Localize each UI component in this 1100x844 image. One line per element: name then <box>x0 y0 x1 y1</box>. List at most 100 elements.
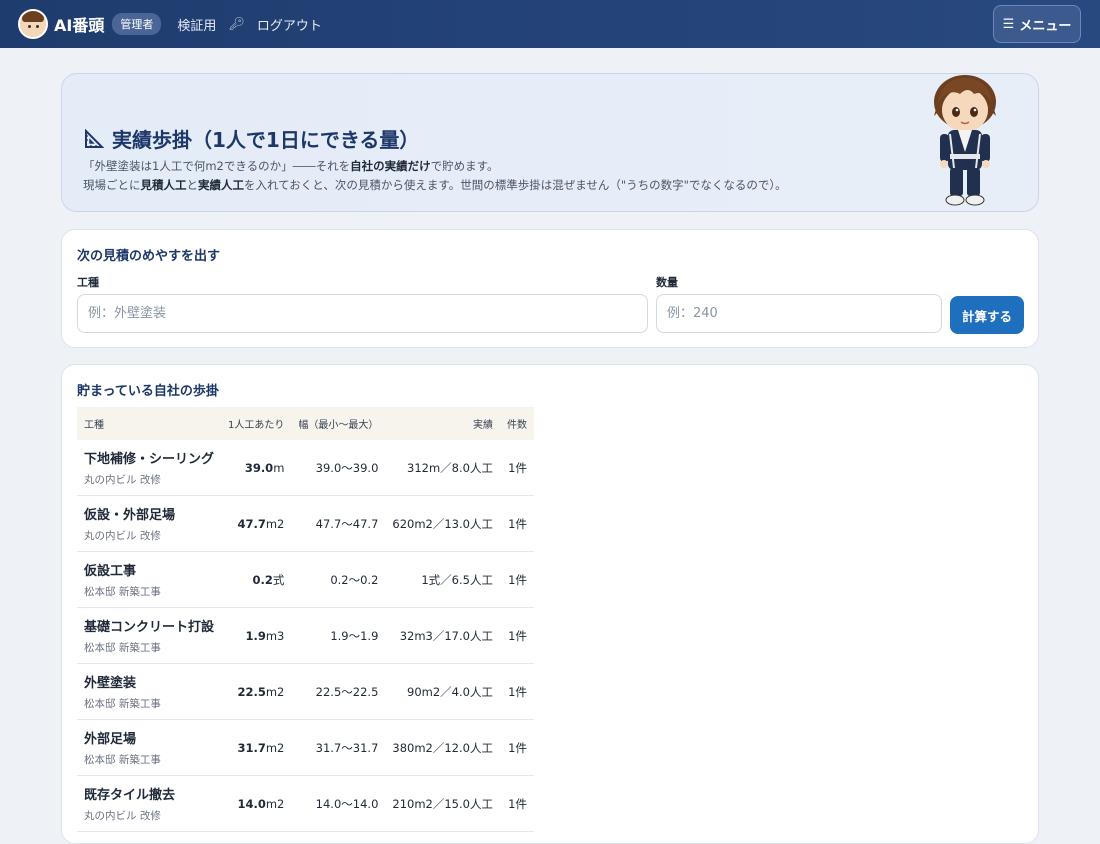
table-row[interactable]: 外部足場 松本邸 新築工事 31.7m2 31.7〜31.7 380m2／12.0人工 1… <box>77 719 534 776</box>
work-type-name: 既存タイル撤去 <box>84 788 176 803</box>
quantity-label: 数量 <box>656 276 678 289</box>
site-name: 丸の内ビル 改修 <box>84 530 161 542</box>
site-name: 松本邸 新築工事 <box>84 642 161 654</box>
actual-cell: 620m2／13.0人工 <box>385 495 500 552</box>
col-header-count: 件数 <box>506 420 527 431</box>
col-header-actual: 実績 <box>472 420 493 431</box>
per-worker-value: 31.7 <box>237 740 266 755</box>
estimate-panel-title: 次の見積のめやすを出す <box>77 249 221 264</box>
per-worker-unit: m2 <box>265 740 285 755</box>
table-row[interactable]: 基礎コンクリート打設 松本邸 新築工事 1.9m3 1.9〜1.9 32m3／17.0人… <box>77 607 534 664</box>
range-cell: 1.9〜1.9 <box>291 607 386 664</box>
work-type-cell: 外部足場 松本邸 新築工事 <box>77 719 222 776</box>
top-nav: AI番頭 管理者 検証用 🔑︎ ログアウト ☰ メニュー <box>0 0 1100 48</box>
verify-link[interactable]: 検証用 <box>177 15 216 34</box>
quantity-input[interactable] <box>656 294 942 333</box>
work-type-cell: 基礎コンクリート打設 松本邸 新築工事 <box>77 607 222 664</box>
mascot-illustration <box>934 75 996 206</box>
hero-description-1: 「外壁塗装は1人工で何m2できるのか」――それを自社の実績だけで貯めます。 <box>83 159 499 173</box>
work-type-cell: 下地補修・シーリング 丸の内ビル 改修 <box>77 440 222 496</box>
count-cell: 1件 <box>499 607 534 664</box>
range-cell: 0.2〜0.2 <box>291 551 386 608</box>
table-row[interactable]: 仮設・外部足場 丸の内ビル 改修 47.7m2 47.7〜47.7 620m2／13.0… <box>77 495 534 552</box>
role-badge: 管理者 <box>112 13 162 35</box>
col-header-range: 幅（最小〜最大） <box>298 420 379 431</box>
per-worker-value: 47.7 <box>237 516 266 531</box>
work-type-label: 工種 <box>77 276 99 289</box>
hero-panel: 実績歩掛（1人で1日にできる量） 「外壁塗装は1人工で何m2できるのか」――それ… <box>61 73 1039 212</box>
table-header-row: 工種 1人工あたり 幅（最小〜最大） 実績 件数 <box>77 407 534 440</box>
actual-cell: 380m2／12.0人工 <box>385 719 500 776</box>
work-type-name: 下地補修・シーリング <box>84 452 215 467</box>
per-worker-cell: 0.2式 <box>221 551 292 608</box>
page-title-text: 実績歩掛（1人で1日にできる量） <box>112 128 420 152</box>
per-worker-unit: m <box>273 460 285 475</box>
per-worker-unit: m3 <box>265 628 285 643</box>
site-name: 松本邸 新築工事 <box>84 754 161 766</box>
per-worker-cell: 1.9m3 <box>221 607 292 664</box>
per-worker-cell: 39.0m <box>221 440 292 496</box>
count-cell: 1件 <box>499 775 534 832</box>
per-worker-cell: 22.5m2 <box>221 663 292 720</box>
range-cell: 39.0〜39.0 <box>291 440 386 496</box>
work-type-name: 仮設工事 <box>84 564 137 579</box>
per-worker-value: 1.9 <box>245 628 266 643</box>
col-header-work-type: 工種 <box>84 420 104 431</box>
records-panel: 貯まっている自社の歩掛 工種 1人工あたり 幅（最小〜最大） 実績 件数 下地補… <box>61 364 1039 844</box>
table-row[interactable]: 既存タイル撤去 丸の内ビル 改修 14.0m2 14.0〜14.0 210m2／15.0… <box>77 775 534 832</box>
hero-description-2: 現場ごとに見積人工と実績人工を入れておくと、次の見積から使えます。世間の標準歩掛… <box>83 178 787 192</box>
count-cell: 1件 <box>499 440 534 496</box>
key-icon: 🔑︎ <box>228 16 245 32</box>
work-type-name: 外壁塗装 <box>84 676 137 691</box>
per-worker-unit: m2 <box>265 684 285 699</box>
per-worker-cell: 47.7m2 <box>221 495 292 552</box>
table-row[interactable]: 仮設工事 松本邸 新築工事 0.2式 0.2〜0.2 1式／6.5人工 1件 <box>77 551 534 608</box>
work-type-name: 基礎コンクリート打設 <box>84 620 215 635</box>
range-cell: 14.0〜14.0 <box>291 775 386 832</box>
site-name: 松本邸 新築工事 <box>84 698 161 710</box>
table-row[interactable]: 外壁塗装 松本邸 新築工事 22.5m2 22.5〜22.5 90m2／4.0人工 1件 <box>77 663 534 720</box>
per-worker-unit: 式 <box>272 572 285 587</box>
count-cell: 1件 <box>499 663 534 720</box>
range-cell: 31.7〜31.7 <box>291 719 386 776</box>
site-name: 丸の内ビル 改修 <box>84 474 161 486</box>
range-cell: 22.5〜22.5 <box>291 663 386 720</box>
work-type-input[interactable] <box>77 294 648 333</box>
calculate-button[interactable]: 計算する <box>950 296 1024 334</box>
per-worker-value: 22.5 <box>237 684 266 699</box>
per-worker-unit: m2 <box>265 796 285 811</box>
work-type-cell: 既存タイル撤去 丸の内ビル 改修 <box>77 775 222 832</box>
per-worker-cell: 14.0m2 <box>221 775 292 832</box>
triangle-ruler-icon <box>85 128 104 148</box>
menu-button[interactable]: ☰ メニュー <box>993 5 1081 43</box>
records-panel-title: 貯まっている自社の歩掛 <box>77 384 219 399</box>
actual-cell: 1式／6.5人工 <box>385 551 500 608</box>
actual-cell: 32m3／17.0人工 <box>385 607 500 664</box>
rates-table: 工種 1人工あたり 幅（最小〜最大） 実績 件数 下地補修・シーリング 丸の内ビル… <box>77 407 534 832</box>
count-cell: 1件 <box>499 719 534 776</box>
actual-cell: 312m／8.0人工 <box>385 440 500 496</box>
mascot-avatar[interactable] <box>18 9 48 39</box>
site-name: 松本邸 新築工事 <box>84 586 161 598</box>
work-type-name: 仮設・外部足場 <box>84 508 176 523</box>
table-row[interactable]: 下地補修・シーリング 丸の内ビル 改修 39.0m 39.0〜39.0 312m／8.0… <box>77 440 534 496</box>
per-worker-unit: m2 <box>265 516 285 531</box>
page-title: 実績歩掛（1人で1日にできる量） <box>84 124 419 153</box>
work-type-cell: 仮設・外部足場 丸の内ビル 改修 <box>77 495 222 552</box>
brand-name[interactable]: AI番頭 <box>54 12 104 36</box>
work-type-cell: 外壁塗装松本邸 新築工事 <box>77 663 222 720</box>
per-worker-cell: 31.7m2 <box>221 719 292 776</box>
estimate-panel: 次の見積のめやすを出す 工種 数量 計算する <box>61 229 1039 348</box>
col-header-per-worker: 1人工あたり <box>228 420 285 431</box>
count-cell: 1件 <box>499 551 534 608</box>
per-worker-value: 0.2 <box>252 572 273 587</box>
actual-cell: 90m2／4.0人工 <box>385 663 500 720</box>
range-cell: 47.7〜47.7 <box>291 495 386 552</box>
per-worker-value: 39.0 <box>244 460 274 475</box>
hamburger-icon: ☰ <box>1002 16 1015 32</box>
menu-label: メニュー <box>1019 18 1072 34</box>
work-type-cell: 仮設工事松本邸 新築工事 <box>77 551 222 608</box>
per-worker-value: 14.0 <box>237 796 266 811</box>
logout-link[interactable]: ログアウト <box>257 15 322 34</box>
count-cell: 1件 <box>499 495 534 552</box>
